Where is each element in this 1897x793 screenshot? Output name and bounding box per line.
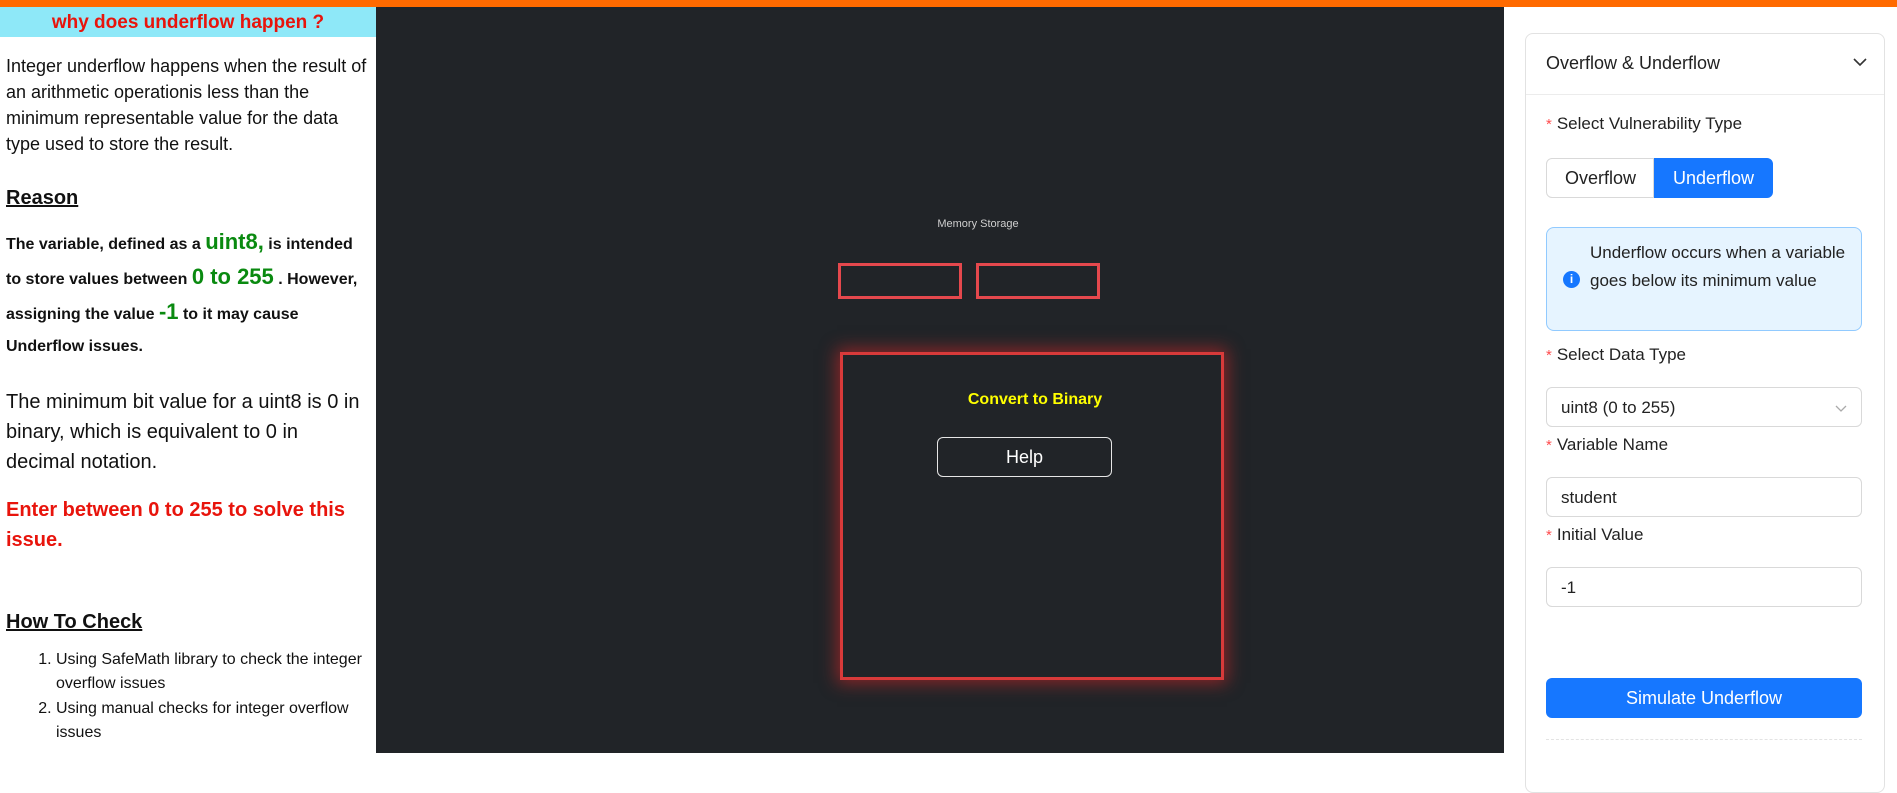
- info-text: Underflow occurs when a variable goes be…: [1590, 243, 1846, 290]
- data-type-select[interactable]: uint8 (0 to 255): [1546, 387, 1862, 427]
- memory-storage-label: Memory Storage: [937, 218, 1019, 230]
- data-type-value: uint8 (0 to 255): [1561, 398, 1676, 417]
- required-mark: *: [1546, 347, 1552, 364]
- reason-part-1: The variable, defined as a: [6, 236, 206, 253]
- reason-text: The variable, defined as a uint8, is int…: [6, 226, 370, 363]
- reason-value: -1: [158, 299, 179, 324]
- explanation-title: why does underflow happen ?: [0, 7, 376, 37]
- initial-value-input[interactable]: -1: [1546, 567, 1862, 607]
- vulnerability-type-label: * Select Vulnerability Type: [1546, 114, 1742, 134]
- vulnerability-type-toggle: Overflow Underflow: [1546, 158, 1773, 198]
- underflow-option[interactable]: Underflow: [1654, 158, 1773, 198]
- required-mark: *: [1546, 437, 1552, 454]
- memory-slot: [976, 263, 1100, 299]
- data-type-label: * Select Data Type: [1546, 345, 1686, 365]
- collapse-header[interactable]: Overflow & Underflow: [1526, 34, 1884, 95]
- panel-title: Overflow & Underflow: [1546, 53, 1721, 73]
- chevron-down-icon[interactable]: [1850, 52, 1870, 72]
- divider: [1546, 739, 1862, 740]
- config-card: Overflow & Underflow * Select Vulnerabili…: [1525, 33, 1885, 793]
- reason-heading: Reason: [6, 187, 79, 209]
- initial-value-value: -1: [1561, 578, 1577, 597]
- top-accent-bar: [0, 0, 1897, 7]
- required-mark: *: [1546, 527, 1552, 544]
- solve-hint: Enter between 0 to 255 to solve this iss…: [6, 499, 345, 551]
- variable-name-value: student: [1561, 488, 1617, 507]
- variable-name-input[interactable]: student: [1546, 477, 1862, 517]
- reason-type: uint8,: [205, 229, 264, 254]
- vulnerability-type-label-text: Select Vulnerability Type: [1556, 114, 1743, 133]
- how-to-check-heading: How To Check: [6, 611, 143, 633]
- config-panel: Overflow & Underflow * Select Vulnerabili…: [1504, 7, 1897, 793]
- explanation-panel: why does underflow happen ? Integer unde…: [0, 7, 376, 753]
- initial-value-label: * Initial Value: [1546, 525, 1643, 545]
- initial-value-label-text: Initial Value: [1556, 525, 1644, 544]
- check-item: Using SafeMath library to check the inte…: [56, 648, 370, 696]
- chevron-down-icon: [1835, 405, 1847, 412]
- convert-to-binary-title: Convert to Binary: [967, 391, 1103, 408]
- variable-name-label-text: Variable Name: [1556, 435, 1669, 454]
- overflow-option[interactable]: Overflow: [1546, 158, 1654, 198]
- explanation-body: Integer underflow happens when the resul…: [0, 53, 376, 745]
- simulate-underflow-button[interactable]: Simulate Underflow: [1546, 678, 1862, 718]
- data-type-label-text: Select Data Type: [1556, 345, 1686, 364]
- intro-text: Integer underflow happens when the resul…: [6, 56, 367, 154]
- min-bit-text: The minimum bit value for a uint8 is 0 i…: [6, 391, 360, 473]
- simulation-canvas: Memory Storage Convert to Binary Help: [376, 7, 1504, 753]
- info-alert: i Underflow occurs when a variable goes …: [1546, 227, 1862, 331]
- check-list: Using SafeMath library to check the inte…: [6, 648, 370, 745]
- help-button[interactable]: Help: [937, 437, 1112, 477]
- binary-conversion-box: Convert to Binary Help: [840, 352, 1224, 680]
- memory-slot: [838, 263, 962, 299]
- reason-range: 0 to 255: [191, 264, 274, 289]
- required-mark: *: [1546, 116, 1552, 133]
- info-icon: i: [1563, 271, 1580, 288]
- variable-name-label: * Variable Name: [1546, 435, 1668, 455]
- check-item: Using manual checks for integer overflow…: [56, 697, 370, 745]
